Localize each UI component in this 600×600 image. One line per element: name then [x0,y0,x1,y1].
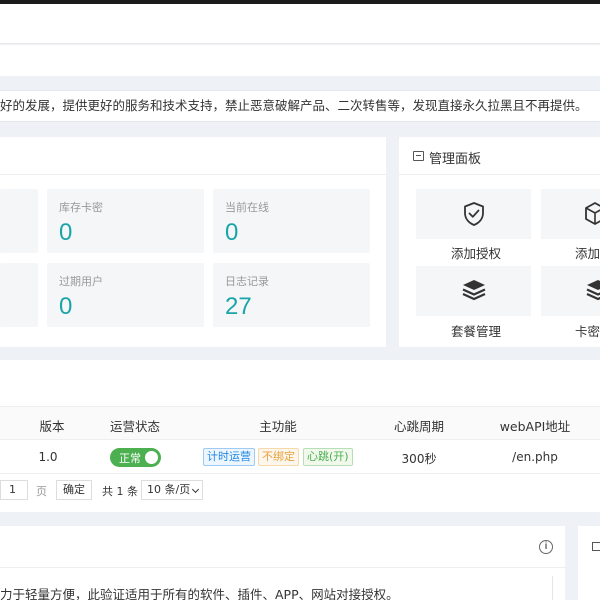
page-unit-label: 页 [36,485,47,498]
th-status: 运营状态 [109,419,161,434]
tag-heartbeat: 心跳(开) [303,448,353,466]
tag-timed: 计时运营 [203,448,255,466]
stat-label: 日志记录 [225,275,269,288]
header [0,4,600,44]
info-text: 力于轻量方便，此验证适用于所有的软件、插件、APP、网站对接授权。 [0,587,399,600]
stat-label: 当前在线 [225,201,269,214]
chevron-down-icon [191,485,200,494]
stat-card-logs: 日志记录 27 [213,263,370,327]
notice-bar: 好的发展，提供更好的服务和技术支持，禁止恶意破解产品、二次转售等，发现直接永久拉… [0,90,600,122]
stat-label: 过期用户 [59,275,103,288]
table-row: 1.0 正常 计时运营 不绑定 心跳(开) 300秒 /en.php [0,440,600,474]
management-title: 管理面板 [429,152,482,167]
info-panel-header: i [0,526,565,568]
notice-text: 好的发展，提供更好的服务和技术支持，禁止恶意破解产品、二次转售等，发现直接永久拉… [0,98,588,113]
panel-icon [413,151,424,161]
table-panel-header [0,360,600,407]
tile-label-add-license[interactable]: 添加授权 [451,243,501,262]
th-heartbeat: 心跳周期 [393,419,445,434]
cell-heartbeat: 300秒 [401,452,437,466]
layers-icon [462,280,486,301]
stat-card-4 [0,263,38,327]
tag-unbound: 不绑定 [258,448,299,466]
per-page-value: 10 条/页 [147,483,191,496]
pagination: 1 页 确定 共 1 条 10 条/页 [0,478,600,504]
page-input[interactable]: 1 [0,480,28,500]
stats-panel: 库存卡密 0 当前在线 0 过期用户 0 日志记录 27 [0,137,386,347]
table-header-row: 版本 运营状态 主功能 心跳周期 webAPI地址 [0,407,600,440]
stat-value: 0 [59,219,73,246]
cell-version: 1.0 [38,450,58,464]
stat-card-stock-keys: 库存卡密 0 [47,189,204,253]
management-panel: 管理面板 添加授权 添加 套餐管理 卡密 [399,137,600,347]
th-webapi: webAPI地址 [499,419,571,434]
tile-add-license[interactable] [416,189,531,239]
confirm-button[interactable]: 确定 [56,480,92,500]
tile-add[interactable] [541,189,600,239]
status-toggle[interactable]: 正常 [110,448,161,467]
tile-package-management[interactable] [416,266,531,316]
stat-value: 0 [225,219,239,246]
toggle-knob [145,451,158,464]
app-table-panel: 版本 运营状态 主功能 心跳周期 webAPI地址 1.0 正常 计时运营 不绑… [0,360,600,512]
th-main-function: 主功能 [259,419,297,434]
stat-card-1 [0,189,38,253]
shield-check-icon [464,202,484,226]
stat-value: 0 [59,293,73,320]
layers-icon [586,280,600,301]
tile-label-package-management[interactable]: 套餐管理 [451,321,501,340]
cell-webapi: /en.php [512,450,558,464]
status-toggle-label: 正常 [119,452,141,465]
total-count: 共 1 条 [102,485,138,498]
stat-label: 库存卡密 [59,201,103,214]
stat-value: 27 [225,293,252,320]
info-icon[interactable]: i [539,540,553,554]
tile-label-card-keys[interactable]: 卡密 [575,321,600,340]
tile-label-add[interactable]: 添加 [575,243,600,262]
th-version: 版本 [39,419,65,434]
management-panel-header: 管理面板 [399,137,600,175]
stats-panel-header [0,137,386,175]
box-icon [585,202,600,225]
sub-header [0,45,600,76]
stat-card-expired-users: 过期用户 0 [47,263,204,327]
per-page-select[interactable]: 10 条/页 [141,480,203,500]
side-panel [578,526,600,600]
info-panel: i 力于轻量方便，此验证适用于所有的软件、插件、APP、网站对接授权。 [0,526,565,600]
panel-icon [592,542,600,551]
tile-card-keys[interactable] [541,266,600,316]
stat-card-online: 当前在线 0 [213,189,370,253]
